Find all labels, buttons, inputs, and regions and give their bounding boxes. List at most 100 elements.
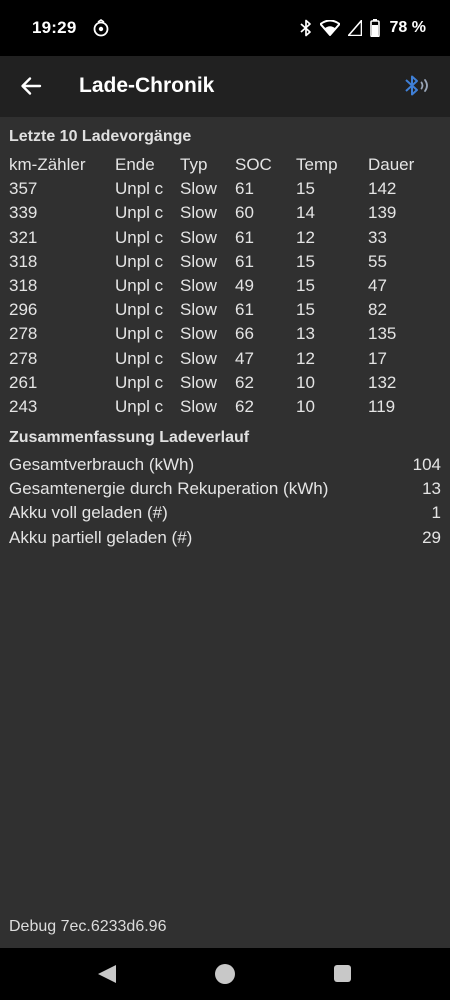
temp-cell: 14 [296, 203, 315, 223]
soc-cell: 62 [235, 372, 254, 392]
temp-cell: 12 [296, 348, 315, 368]
temp-cell: 15 [296, 275, 315, 295]
dauer-cell: 142 [368, 179, 397, 199]
status-time: 19:29 [32, 18, 77, 37]
table-row: 278 Unpl c Slow 66 13 135 [9, 322, 441, 346]
page-title: Lade-Chronik [79, 74, 215, 97]
dauer-cell: 17 [368, 348, 387, 368]
km-cell: 278 [9, 348, 38, 368]
soc-cell: 66 [235, 324, 254, 344]
ende-cell: Unpl c [115, 372, 164, 392]
summary-label: Akku partiell geladen (#) [9, 527, 193, 547]
ende-cell: Unpl c [115, 227, 164, 247]
ende-cell: Unpl c [115, 203, 164, 223]
summary-label: Gesamtenergie durch Rekuperation (kWh) [9, 479, 329, 499]
table-row: 318 Unpl c Slow 61 15 55 [9, 250, 441, 274]
arrow-left-icon[interactable] [18, 73, 44, 99]
typ-cell: Slow [180, 275, 217, 295]
status-icons: 78 % [299, 19, 426, 37]
summary-list: Gesamtverbrauch (kWh) 104 Gesamtenergie du… [9, 453, 441, 550]
table-row: 261 Unpl c Slow 62 10 132 [9, 371, 441, 395]
ende-cell: Unpl c [115, 324, 164, 344]
dauer-cell: 135 [368, 324, 397, 344]
typ-cell: Slow [180, 396, 217, 416]
table-row: 296 Unpl c Slow 61 15 82 [9, 298, 441, 322]
column-header-km: km-Zähler [9, 155, 86, 174]
km-cell: 339 [9, 203, 38, 223]
typ-cell: Slow [180, 324, 217, 344]
table-row: 243 Unpl c Slow 62 10 119 [9, 395, 441, 419]
summary-label: Akku voll geladen (#) [9, 503, 168, 523]
status-bar: 19:29 78 % [0, 0, 450, 56]
history-table: km-Zähler Ende Typ SOC Temp Dauer 357 Unp… [9, 153, 441, 419]
table-row: 339 Unpl c Slow 60 14 139 [9, 201, 441, 225]
summary-value: 104 [412, 455, 441, 474]
ende-cell: Unpl c [115, 179, 164, 199]
summary-section-title: Zusammenfassung Ladeverlauf [9, 429, 250, 446]
soc-cell: 49 [235, 275, 254, 295]
nav-back-icon[interactable] [96, 963, 118, 985]
km-cell: 357 [9, 179, 38, 199]
nav-recents-icon[interactable] [334, 965, 351, 982]
temp-cell: 15 [296, 300, 315, 320]
nav-home-icon[interactable] [215, 964, 235, 984]
summary-item: Gesamtenergie durch Rekuperation (kWh) 13 [9, 477, 441, 501]
column-header-temp: Temp [296, 155, 338, 174]
dauer-cell: 139 [368, 203, 397, 223]
soc-cell: 47 [235, 348, 254, 368]
typ-cell: Slow [180, 227, 217, 247]
soc-cell: 61 [235, 227, 254, 247]
km-cell: 243 [9, 396, 38, 416]
soc-cell: 62 [235, 396, 254, 416]
km-cell: 296 [9, 300, 38, 320]
ende-cell: Unpl c [115, 348, 164, 368]
soc-cell: 60 [235, 203, 254, 223]
battery-icon [369, 19, 380, 37]
column-header-typ: Typ [180, 155, 208, 174]
temp-cell: 15 [296, 179, 315, 199]
soc-cell: 61 [235, 179, 254, 199]
debug-info: Debug 7ec.6233d6.96 [9, 918, 167, 935]
table-row: 321 Unpl c Slow 61 12 33 [9, 226, 441, 250]
summary-item: Akku partiell geladen (#) 29 [9, 526, 441, 550]
dauer-cell: 82 [368, 300, 387, 320]
typ-cell: Slow [180, 300, 217, 320]
summary-value: 13 [422, 479, 441, 499]
signal-icon [347, 20, 362, 36]
summary-value: 29 [422, 527, 441, 547]
ende-cell: Unpl c [115, 396, 164, 416]
typ-cell: Slow [180, 348, 217, 368]
km-cell: 318 [9, 251, 38, 271]
soc-cell: 61 [235, 251, 254, 271]
notification-icon [94, 19, 109, 37]
km-cell: 318 [9, 275, 38, 295]
dauer-cell: 47 [368, 275, 387, 295]
typ-cell: Slow [180, 179, 217, 199]
table-row: 357 Unpl c Slow 61 15 142 [9, 177, 441, 201]
summary-label: Gesamtverbrauch (kWh) [9, 455, 195, 474]
column-header-ende: Ende [115, 155, 155, 174]
summary-item: Gesamtverbrauch (kWh) 104 [9, 453, 441, 477]
summary-value: 1 [431, 503, 441, 523]
km-cell: 278 [9, 324, 38, 344]
bluetooth-status-icon [299, 19, 311, 37]
km-cell: 261 [9, 372, 38, 392]
battery-percent: 78 % [389, 19, 426, 36]
app-bar: Lade-Chronik [0, 56, 450, 117]
dauer-cell: 55 [368, 251, 387, 271]
temp-cell: 12 [296, 227, 315, 247]
wifi-icon [319, 20, 340, 36]
ende-cell: Unpl c [115, 251, 164, 271]
typ-cell: Slow [180, 251, 217, 271]
temp-cell: 10 [296, 396, 315, 416]
table-header-row: km-Zähler Ende Typ SOC Temp Dauer [9, 153, 441, 177]
navigation-bar [0, 948, 450, 1000]
history-table-body: 357 Unpl c Slow 61 15 142 339 Unpl c Slow 60 14 139… [9, 177, 441, 419]
column-header-soc: SOC [235, 155, 272, 174]
history-section-title: Letzte 10 Ladevorgänge [9, 128, 192, 145]
bluetooth-connected-icon[interactable] [402, 71, 434, 101]
dauer-cell: 119 [368, 396, 396, 416]
column-header-dauer: Dauer [368, 155, 415, 174]
table-row: 278 Unpl c Slow 47 12 17 [9, 347, 441, 371]
temp-cell: 13 [296, 324, 315, 344]
